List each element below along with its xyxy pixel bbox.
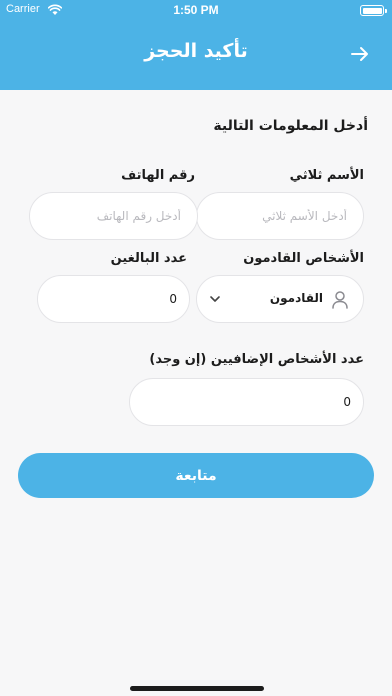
chevron-down-icon [210,296,220,302]
phone-input[interactable] [29,192,198,240]
home-indicator [130,686,264,691]
name-label: الأسم ثلاثي [289,168,364,183]
people-label: الأشخاص القادمون [243,251,364,266]
form-heading: أدخل المعلومات التالية [213,118,368,134]
battery-icon [360,5,387,16]
people-select[interactable]: القادمون [196,275,364,323]
people-select-value: القادمون [269,291,323,305]
person-icon [332,291,348,309]
phone-label: رقم الهاتف [121,168,195,183]
arrow-right-icon [351,47,368,61]
adults-label: عدد البالغين [110,251,187,266]
name-input[interactable] [196,192,364,240]
page-title: تأكيد الحجز [144,40,248,62]
continue-button[interactable]: متابعة [18,453,374,498]
nav-bar: تأكيد الحجز [0,20,392,90]
adults-input[interactable] [37,275,190,323]
extra-people-label: عدد الأشخاص الإضافيين (إن وجد) [149,352,364,367]
extra-people-input[interactable] [129,378,364,426]
status-bar: Carrier 1:50 PM [0,0,392,20]
status-time: 1:50 PM [173,3,219,17]
continue-button-label: متابعة [175,467,217,484]
back-button[interactable] [340,34,380,74]
